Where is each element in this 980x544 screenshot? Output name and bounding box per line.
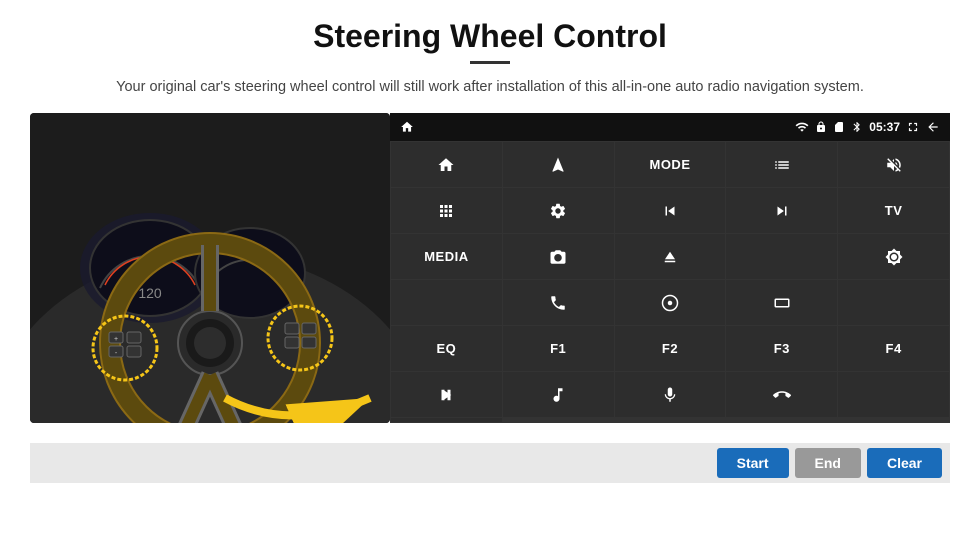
- page-container: Steering Wheel Control Your original car…: [0, 0, 980, 544]
- home-status-icon: [400, 120, 414, 134]
- prev-button[interactable]: [615, 188, 726, 233]
- eq-button[interactable]: [838, 280, 949, 325]
- wifi-icon: [795, 120, 809, 134]
- f2-button[interactable]: F1: [503, 326, 614, 371]
- mic-button[interactable]: [615, 372, 726, 417]
- radio-button[interactable]: [726, 234, 837, 279]
- title-underline: [470, 61, 510, 64]
- sim-icon: [833, 121, 845, 133]
- f4-button[interactable]: F3: [726, 326, 837, 371]
- phone-button[interactable]: [503, 280, 614, 325]
- brightness-button[interactable]: [838, 234, 949, 279]
- content-row: 120: [30, 113, 950, 443]
- music-button[interactable]: [503, 372, 614, 417]
- svg-text:+: +: [114, 336, 118, 343]
- status-bar-right: 05:37: [795, 120, 940, 134]
- navigate-button[interactable]: [503, 142, 614, 187]
- playpause-button[interactable]: [391, 372, 502, 417]
- tv-button[interactable]: TV: [838, 188, 949, 233]
- apps-button[interactable]: [391, 188, 502, 233]
- rect-button[interactable]: [726, 280, 837, 325]
- eject-button[interactable]: [615, 234, 726, 279]
- list-button[interactable]: [726, 142, 837, 187]
- lock-icon: [815, 121, 827, 133]
- fullscreen-icon: [906, 120, 920, 134]
- bluetooth-icon: [851, 121, 863, 133]
- media-button[interactable]: MEDIA: [391, 234, 502, 279]
- start-button[interactable]: Start: [717, 448, 789, 478]
- f5-button[interactable]: F4: [838, 326, 949, 371]
- back-icon: [926, 120, 940, 134]
- page-title: Steering Wheel Control: [313, 18, 667, 55]
- mute-button[interactable]: [838, 142, 949, 187]
- svg-text:120: 120: [138, 285, 162, 301]
- navi2-button[interactable]: [615, 280, 726, 325]
- f1-button[interactable]: EQ: [391, 326, 502, 371]
- empty1-button[interactable]: [838, 372, 949, 417]
- hangup-button[interactable]: [726, 372, 837, 417]
- bottom-bar: Start End Clear: [30, 443, 950, 483]
- status-time: 05:37: [869, 120, 900, 134]
- end-button[interactable]: End: [795, 448, 861, 478]
- steering-wheel-image: 120: [30, 113, 390, 423]
- home-button[interactable]: [391, 142, 502, 187]
- camera360-button[interactable]: [503, 234, 614, 279]
- mode-button[interactable]: MODE: [615, 142, 726, 187]
- settings-button[interactable]: [503, 188, 614, 233]
- dvd-button[interactable]: [391, 280, 502, 325]
- status-bar: 05:37: [390, 113, 950, 141]
- next-button[interactable]: [726, 188, 837, 233]
- control-button-grid: MODE TV: [390, 141, 950, 423]
- page-subtitle: Your original car's steering wheel contr…: [116, 76, 864, 99]
- clear-button[interactable]: Clear: [867, 448, 942, 478]
- status-bar-left: [400, 120, 414, 134]
- empty2-button[interactable]: [391, 418, 502, 422]
- head-unit-panel: 05:37: [390, 113, 950, 423]
- f3-button[interactable]: F2: [615, 326, 726, 371]
